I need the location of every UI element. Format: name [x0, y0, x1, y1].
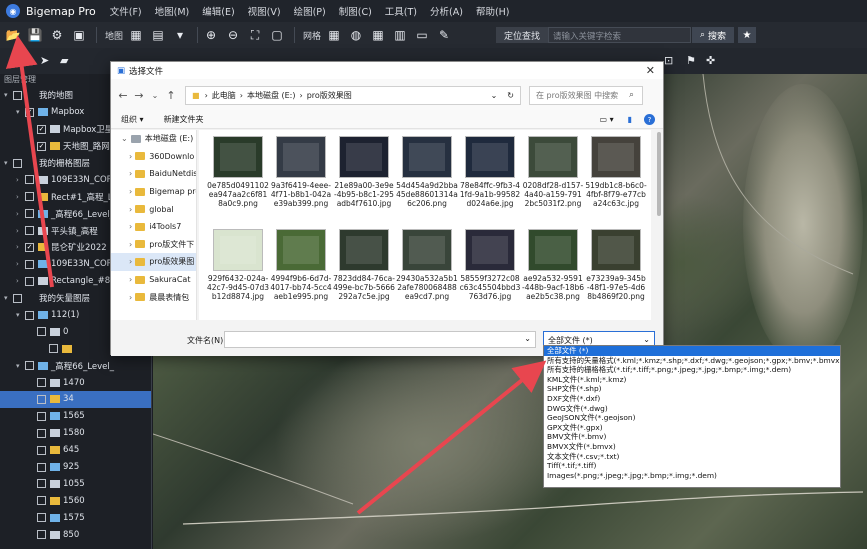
annotation-arrow-dropdown — [356, 360, 547, 515]
annotation-arrow-toolbar — [5, 35, 54, 288]
annotation-arrows — [5, 35, 547, 515]
